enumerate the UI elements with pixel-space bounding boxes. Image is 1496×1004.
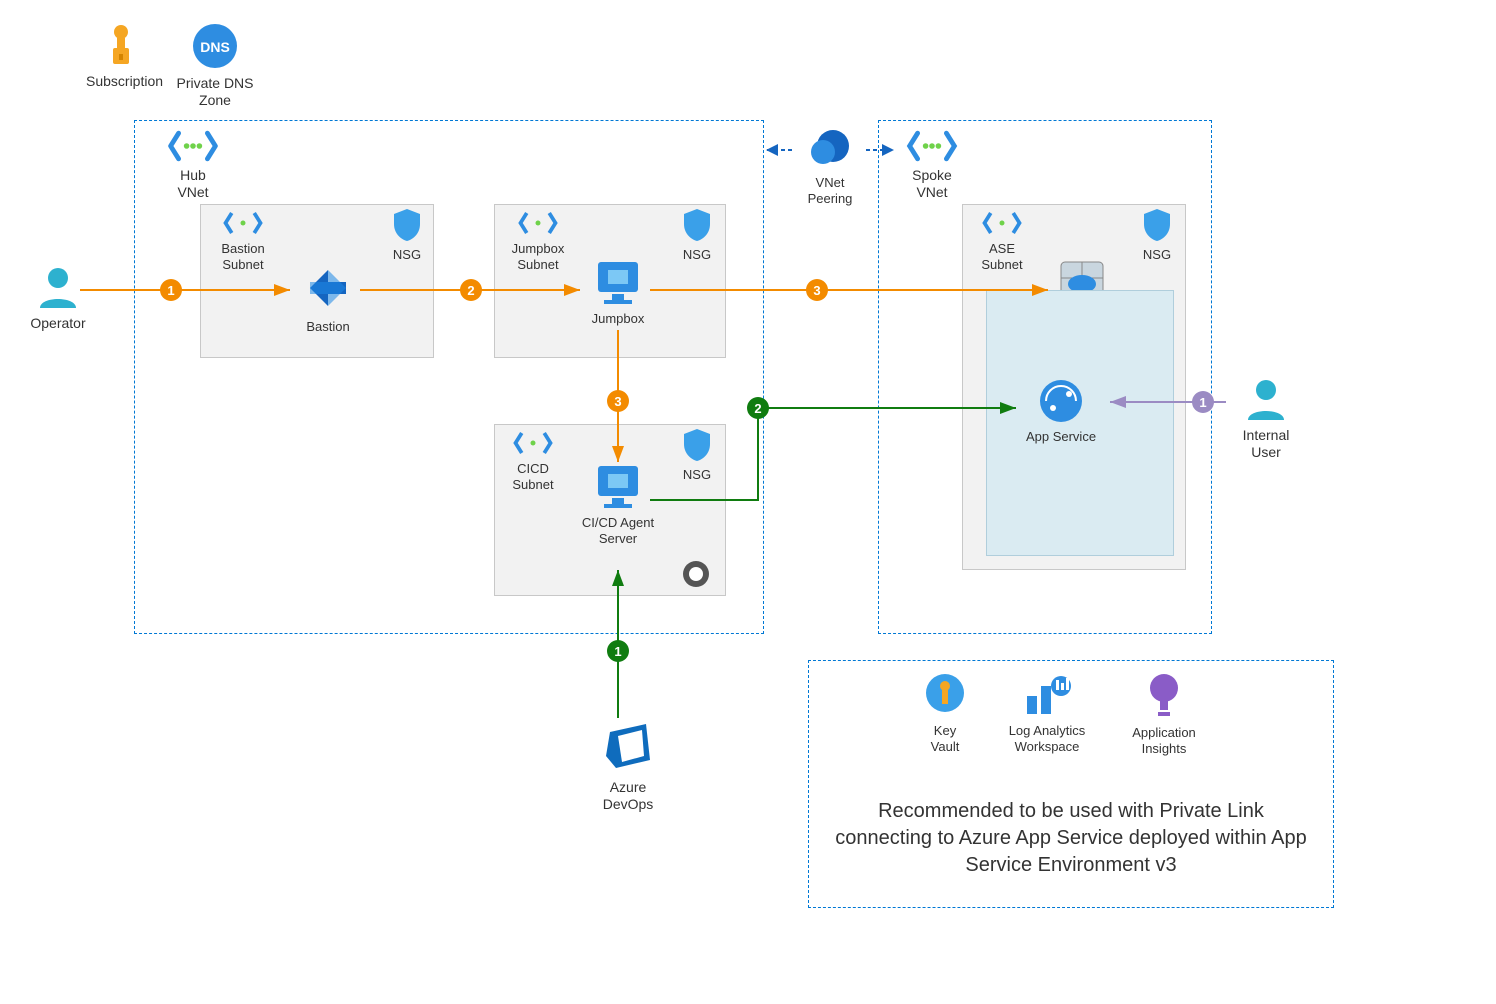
internal-user-actor: Internal User xyxy=(1226,374,1306,461)
key-vault-icon: Key Vault xyxy=(910,672,980,754)
ase-subnet-icon: ASE Subnet xyxy=(970,210,1034,272)
hub-vnet-label: Hub VNet xyxy=(148,167,238,201)
flow-badge-dev-2: 2 xyxy=(747,397,769,419)
cicd-server-icon: CI/CD Agent Server xyxy=(566,462,670,546)
private-dns-label: Private DNS Zone xyxy=(170,75,260,109)
cicd-server-label: CI/CD Agent Server xyxy=(566,515,670,546)
private-dns-icon: DNS Private DNS Zone xyxy=(170,22,260,109)
bastion-nsg-label: NSG xyxy=(382,247,432,263)
internal-user-label: Internal User xyxy=(1226,427,1306,461)
jumpbox-nsg-icon: NSG xyxy=(672,208,722,263)
subscription-label: Subscription xyxy=(86,73,156,90)
flow-badge-op-1: 1 xyxy=(160,279,182,301)
bastion-icon: Bastion xyxy=(288,262,368,335)
hub-vnet-icon: Hub VNet xyxy=(148,130,238,201)
bastion-subnet-icon: Bastion Subnet xyxy=(208,210,278,272)
app-insights-icon: Application Insights xyxy=(1114,672,1214,756)
log-analytics-icon: Log Analytics Workspace xyxy=(992,672,1102,754)
flow-badge-op-2: 2 xyxy=(460,279,482,301)
azure-devops-label: Azure DevOps xyxy=(588,779,668,813)
github-icon xyxy=(682,560,710,593)
recommendation-text: Recommended to be used with Private Link… xyxy=(830,798,1312,879)
operator-label: Operator xyxy=(18,315,98,332)
cicd-subnet-icon: CICD Subnet xyxy=(502,430,564,492)
app-service-label: App Service xyxy=(1016,429,1106,445)
spoke-nsg-label: NSG xyxy=(1132,247,1182,263)
operator-actor: Operator xyxy=(18,262,98,332)
ase-subnet-label: ASE Subnet xyxy=(970,241,1034,272)
cicd-nsg-label: NSG xyxy=(672,467,722,483)
azure-devops-icon: Azure DevOps xyxy=(588,718,668,813)
bastion-label: Bastion xyxy=(288,319,368,335)
spoke-vnet-label: Spoke VNet xyxy=(892,167,972,201)
flow-badge-jb-3: 3 xyxy=(607,390,629,412)
jumpbox-subnet-label: Jumpbox Subnet xyxy=(502,241,574,272)
cicd-nsg-icon: NSG xyxy=(672,428,722,483)
flow-badge-user-1: 1 xyxy=(1192,391,1214,413)
spoke-vnet-icon: Spoke VNet xyxy=(892,130,972,201)
app-insights-label: Application Insights xyxy=(1114,725,1214,756)
bastion-nsg-icon: NSG xyxy=(382,208,432,263)
subscription-icon: Subscription xyxy=(86,24,156,90)
flow-badge-op-3: 3 xyxy=(806,279,828,301)
jumpbox-label: Jumpbox xyxy=(578,311,658,327)
log-analytics-label: Log Analytics Workspace xyxy=(992,723,1102,754)
jumpbox-nsg-label: NSG xyxy=(672,247,722,263)
flow-badge-dev-1: 1 xyxy=(607,640,629,662)
spoke-nsg-icon: NSG xyxy=(1132,208,1182,263)
bastion-subnet-label: Bastion Subnet xyxy=(208,241,278,272)
vnet-peering-label: VNet Peering xyxy=(790,175,870,206)
svg-text:DNS: DNS xyxy=(200,39,230,55)
app-service-icon: App Service xyxy=(1016,378,1106,445)
jumpbox-icon: Jumpbox xyxy=(578,258,658,327)
cicd-subnet-label: CICD Subnet xyxy=(502,461,564,492)
key-vault-label: Key Vault xyxy=(910,723,980,754)
jumpbox-subnet-icon: Jumpbox Subnet xyxy=(502,210,574,272)
